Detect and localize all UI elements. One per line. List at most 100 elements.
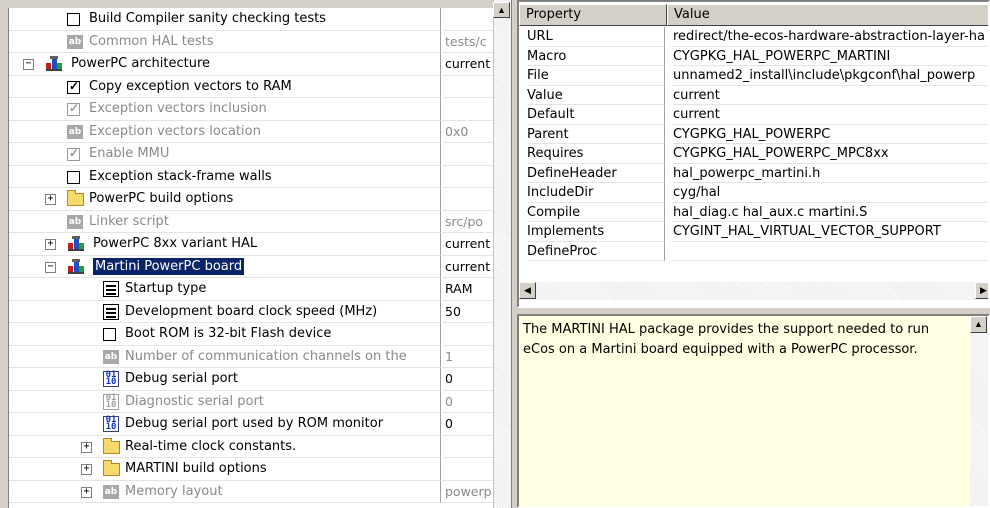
tree-row-value[interactable]: [442, 188, 493, 211]
tree-row[interactable]: ab Number of communication channels on th…: [9, 345, 493, 368]
property-row[interactable]: Default current: [519, 105, 988, 125]
tree-row[interactable]: 01 10 Diagnostic serial port 0: [9, 390, 493, 413]
tree-row-value[interactable]: [442, 458, 493, 481]
tree-row-value[interactable]: [442, 436, 493, 458]
property-value[interactable]: current: [673, 105, 988, 125]
property-value[interactable]: current: [673, 86, 988, 105]
tree-row-value[interactable]: tests/c: [442, 31, 493, 53]
tree-row-name[interactable]: Build Compiler sanity checking tests: [89, 8, 326, 30]
property-column-header[interactable]: Property: [519, 4, 667, 26]
property-value[interactable]: CYGPKG_HAL_POWERPC_MPC8xx: [673, 144, 988, 164]
property-value[interactable]: CYGPKG_HAL_POWERPC_MARTINI: [673, 47, 988, 66]
property-row[interactable]: DefineProc: [519, 241, 988, 261]
tree-row-name[interactable]: Startup type: [125, 278, 206, 300]
property-row[interactable]: Compile hal_diag.c hal_aux.c martini.S: [519, 202, 988, 222]
tree-row-name[interactable]: Debug serial port used by ROM monitor: [125, 413, 383, 435]
property-value[interactable]: unnamed2_install\include\pkgconf\hal_pow…: [673, 66, 988, 86]
tree-row-name[interactable]: Real-time clock constants.: [125, 436, 296, 458]
property-row[interactable]: Macro CYGPKG_HAL_POWERPC_MARTINI: [519, 46, 988, 66]
value-column-header[interactable]: Value: [667, 4, 988, 26]
tree-row-name[interactable]: Boot ROM is 32-bit Flash device: [125, 323, 331, 345]
tree-row-name[interactable]: Exception vectors inclusion: [89, 98, 267, 120]
property-row[interactable]: Parent CYGPKG_HAL_POWERPC: [519, 124, 988, 144]
tree-row-name[interactable]: MARTINI build options: [125, 458, 267, 480]
tree-row[interactable]: ab Common HAL tests tests/c: [9, 30, 493, 53]
tree-row-name[interactable]: Common HAL tests: [89, 31, 213, 53]
tree-row-name[interactable]: PowerPC architecture: [71, 53, 210, 75]
tree-row-value[interactable]: src/po: [442, 211, 493, 233]
scroll-right-button[interactable]: ▶: [975, 282, 988, 299]
property-row[interactable]: File unnamed2_install\include\pkgconf\hal…: [519, 66, 988, 86]
tree-row[interactable]: ✓ Exception vectors inclusion: [9, 98, 493, 121]
tree-row[interactable]: ab Linker script src/po: [9, 210, 493, 233]
tree-row-name[interactable]: Development board clock speed (MHz): [125, 301, 377, 323]
tree-row-value[interactable]: RAM: [442, 278, 493, 301]
property-value[interactable]: hal_diag.c hal_aux.c martini.S: [673, 203, 988, 222]
tree-row[interactable]: Boot ROM is 32-bit Flash device: [9, 323, 493, 346]
tree-row-name[interactable]: Martini PowerPC board: [93, 257, 245, 275]
tree-row[interactable]: − PowerPC architecture current: [9, 53, 493, 76]
tree-row-value[interactable]: [442, 8, 493, 31]
expand-icon[interactable]: +: [81, 441, 92, 453]
property-value[interactable]: redirect/the-ecos-hardware-abstraction-l…: [673, 27, 988, 47]
tree-row[interactable]: ✓ Copy exception vectors to RAM: [9, 75, 493, 98]
tree-row-name[interactable]: PowerPC build options: [89, 188, 233, 210]
property-row[interactable]: IncludeDir cyg/hal: [519, 183, 988, 203]
tree-row-value[interactable]: 1: [442, 346, 493, 368]
tree-row-value[interactable]: current: [442, 233, 493, 256]
checkbox[interactable]: [103, 328, 116, 341]
tree-row[interactable]: + PowerPC build options: [9, 188, 493, 211]
tree-row-name[interactable]: Diagnostic serial port: [125, 391, 264, 413]
tree-vertical-scrollbar[interactable]: [493, 0, 511, 508]
property-value[interactable]: cyg/hal: [673, 183, 988, 203]
checkbox[interactable]: [67, 13, 80, 26]
tree-row-value[interactable]: current: [442, 53, 493, 76]
scroll-left-button[interactable]: ◀: [519, 282, 536, 299]
tree-row[interactable]: + PowerPC 8xx variant HAL current: [9, 233, 493, 256]
tree-row-value[interactable]: 0: [442, 368, 493, 391]
tree-row-value[interactable]: [442, 76, 493, 98]
tree-row-name[interactable]: Debug serial port: [125, 368, 238, 390]
property-row[interactable]: Value current: [519, 85, 988, 105]
properties-horizontal-scrollbar[interactable]: ◀ ▶: [519, 282, 988, 300]
expand-icon[interactable]: +: [81, 486, 92, 498]
property-row[interactable]: DefineHeader hal_powerpc_martini.h: [519, 163, 988, 183]
tree-row[interactable]: − Martini PowerPC board current: [9, 255, 493, 278]
expand-icon[interactable]: +: [45, 239, 56, 250]
tree-row-value[interactable]: 0: [442, 413, 493, 436]
tree-row[interactable]: 01 10 Debug serial port used by ROM monito…: [9, 413, 493, 436]
tree-row-value[interactable]: [442, 143, 493, 166]
tree-row-name[interactable]: Linker script: [89, 211, 169, 233]
description-vertical-scrollbar[interactable]: ▲: [970, 316, 988, 506]
description-scroll-up-button[interactable]: ▲: [970, 316, 987, 333]
tree-row-name[interactable]: Exception vectors location: [89, 121, 261, 143]
tree-row[interactable]: + MARTINI build options: [9, 458, 493, 481]
tree-row-value[interactable]: 0x0: [442, 121, 493, 143]
tree-row-name[interactable]: PowerPC 8xx variant HAL: [93, 233, 257, 255]
tree-row[interactable]: Startup type RAM: [9, 278, 493, 301]
checkbox[interactable]: ✓: [67, 79, 80, 94]
property-row[interactable]: Implements CYGINT_HAL_VIRTUAL_VECTOR_SUPP…: [519, 222, 988, 242]
tree-row[interactable]: ✓ Enable MMU: [9, 143, 493, 166]
tree-row[interactable]: + Real-time clock constants.: [9, 435, 493, 458]
tree-row[interactable]: Build Compiler sanity checking tests: [9, 8, 493, 31]
expand-icon[interactable]: +: [81, 464, 92, 475]
property-row[interactable]: Requires CYGPKG_HAL_POWERPC_MPC8xx: [519, 144, 988, 164]
tree-row-value[interactable]: 50: [442, 301, 493, 323]
tree-row-name[interactable]: Enable MMU: [89, 143, 169, 165]
tree-row[interactable]: + ab Memory layout powerp: [9, 480, 493, 503]
tree-row-value[interactable]: [442, 98, 493, 121]
tree-row-name[interactable]: Memory layout: [125, 481, 223, 503]
tree-row[interactable]: Development board clock speed (MHz) 50: [9, 300, 493, 323]
checkbox[interactable]: [67, 170, 80, 184]
tree-row-name[interactable]: Number of communication channels on the: [125, 346, 407, 368]
tree-row-value[interactable]: current: [442, 256, 493, 278]
property-value[interactable]: hal_powerpc_martini.h: [673, 164, 988, 183]
property-row[interactable]: URL redirect/the-ecos-hardware-abstractio…: [519, 27, 988, 47]
property-value[interactable]: CYGINT_HAL_VIRTUAL_VECTOR_SUPPORT: [673, 222, 988, 242]
property-value[interactable]: CYGPKG_HAL_POWERPC: [673, 125, 988, 144]
tree-row-name[interactable]: Exception stack-frame walls: [89, 166, 272, 188]
tree-row-value[interactable]: powerp: [442, 481, 493, 503]
tree-row[interactable]: Exception stack-frame walls: [9, 165, 493, 188]
scroll-up-button[interactable]: ▲: [493, 2, 510, 18]
